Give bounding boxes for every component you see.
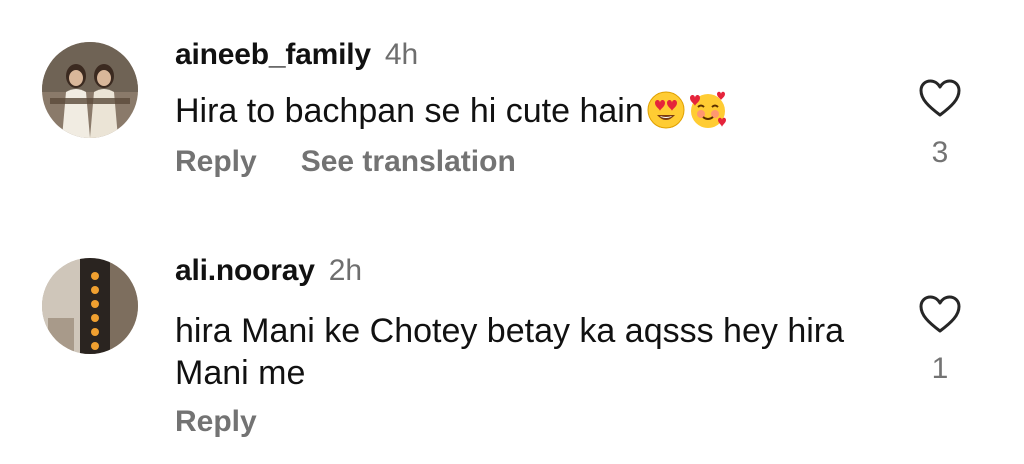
like-control: 1 — [910, 294, 970, 386]
reply-button[interactable]: Reply — [175, 145, 257, 178]
comment-time: 4h — [384, 38, 419, 71]
comment-time: 2h — [328, 254, 363, 287]
comment-header: aineeb_family 4h — [175, 38, 418, 72]
heart-icon[interactable] — [910, 294, 970, 334]
reply-button[interactable]: Reply — [175, 405, 257, 438]
comment-header: ali.nooray 2h — [175, 254, 362, 288]
username[interactable]: aineeb_family — [175, 38, 371, 71]
comment-item: ali.nooray 2h hira Mani ke Chotey betay k… — [0, 220, 1024, 464]
see-translation-button[interactable]: See translation — [301, 145, 516, 178]
comment-actions: Reply See translation — [175, 145, 516, 179]
avatar[interactable] — [42, 258, 138, 354]
like-count: 3 — [931, 136, 949, 169]
comment-body: Hira to bachpan se hi cute hain — [175, 92, 644, 130]
comment-actions: Reply — [175, 405, 257, 439]
smiling-hearts-emoji-icon — [688, 90, 728, 140]
like-count: 1 — [931, 352, 949, 385]
like-control: 3 — [910, 78, 970, 170]
comment-item: aineeb_family 4h Hira to bachpan se hi cu… — [0, 0, 1024, 220]
avatar[interactable] — [42, 42, 138, 138]
heart-eyes-emoji-icon — [646, 90, 686, 140]
comment-body: hira Mani ke Chotey betay ka aqsss hey h… — [175, 312, 845, 392]
heart-icon[interactable] — [910, 78, 970, 118]
username[interactable]: ali.nooray — [175, 254, 315, 287]
comment-text: Hira to bachpan se hi cute hain — [175, 90, 875, 140]
comment-text: hira Mani ke Chotey betay ka aqsss hey h… — [175, 310, 875, 394]
